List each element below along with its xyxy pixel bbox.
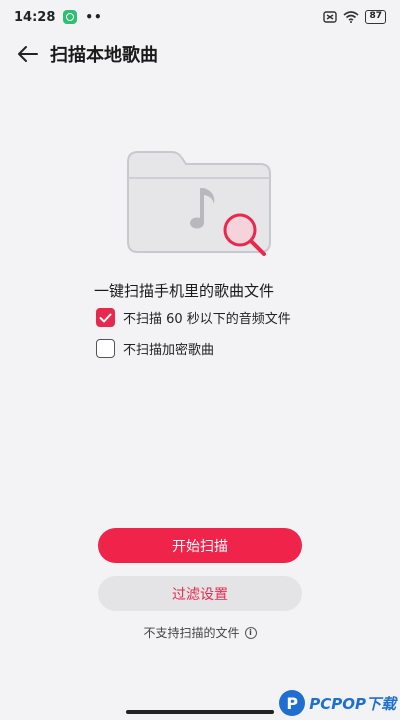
option-skip-short-audio[interactable]: 不扫描 60 秒以下的音频文件 (96, 308, 291, 327)
wifi-icon (343, 11, 359, 23)
sim-icon (323, 11, 338, 23)
status-bar: 14:28 •• 87 (0, 0, 400, 34)
checkbox-unchecked[interactable] (96, 339, 115, 358)
watermark: P PCPOP下载 (279, 690, 396, 716)
scan-description: 一键扫描手机里的歌曲文件 (94, 282, 275, 300)
start-scan-button[interactable]: 开始扫描 (98, 528, 302, 563)
more-notifications-icon: •• (85, 10, 103, 24)
page-title: 扫描本地歌曲 (50, 45, 158, 66)
arrow-left-icon (18, 46, 38, 62)
info-icon: i (244, 626, 257, 639)
option-label: 不扫描 60 秒以下的音频文件 (123, 312, 291, 327)
status-time: 14:28 (14, 9, 56, 25)
unsupported-files-link[interactable]: 不支持扫描的文件 i (0, 624, 400, 641)
battery-icon: 87 (365, 10, 386, 24)
folder-music-search-icon (127, 151, 271, 256)
back-button[interactable] (14, 40, 42, 68)
checkmark-icon (99, 313, 112, 322)
checkbox-checked[interactable] (96, 308, 115, 327)
app-notification-icon (63, 10, 78, 24)
unsupported-files-label: 不支持扫描的文件 (143, 626, 240, 640)
filter-settings-button[interactable]: 过滤设置 (98, 576, 302, 611)
watermark-text: PCPOP下载 (309, 694, 396, 713)
header: 扫描本地歌曲 (0, 34, 400, 74)
home-indicator[interactable] (126, 710, 274, 714)
option-skip-encrypted[interactable]: 不扫描加密歌曲 (96, 339, 214, 358)
option-label: 不扫描加密歌曲 (123, 343, 215, 358)
watermark-logo: P (279, 690, 306, 716)
